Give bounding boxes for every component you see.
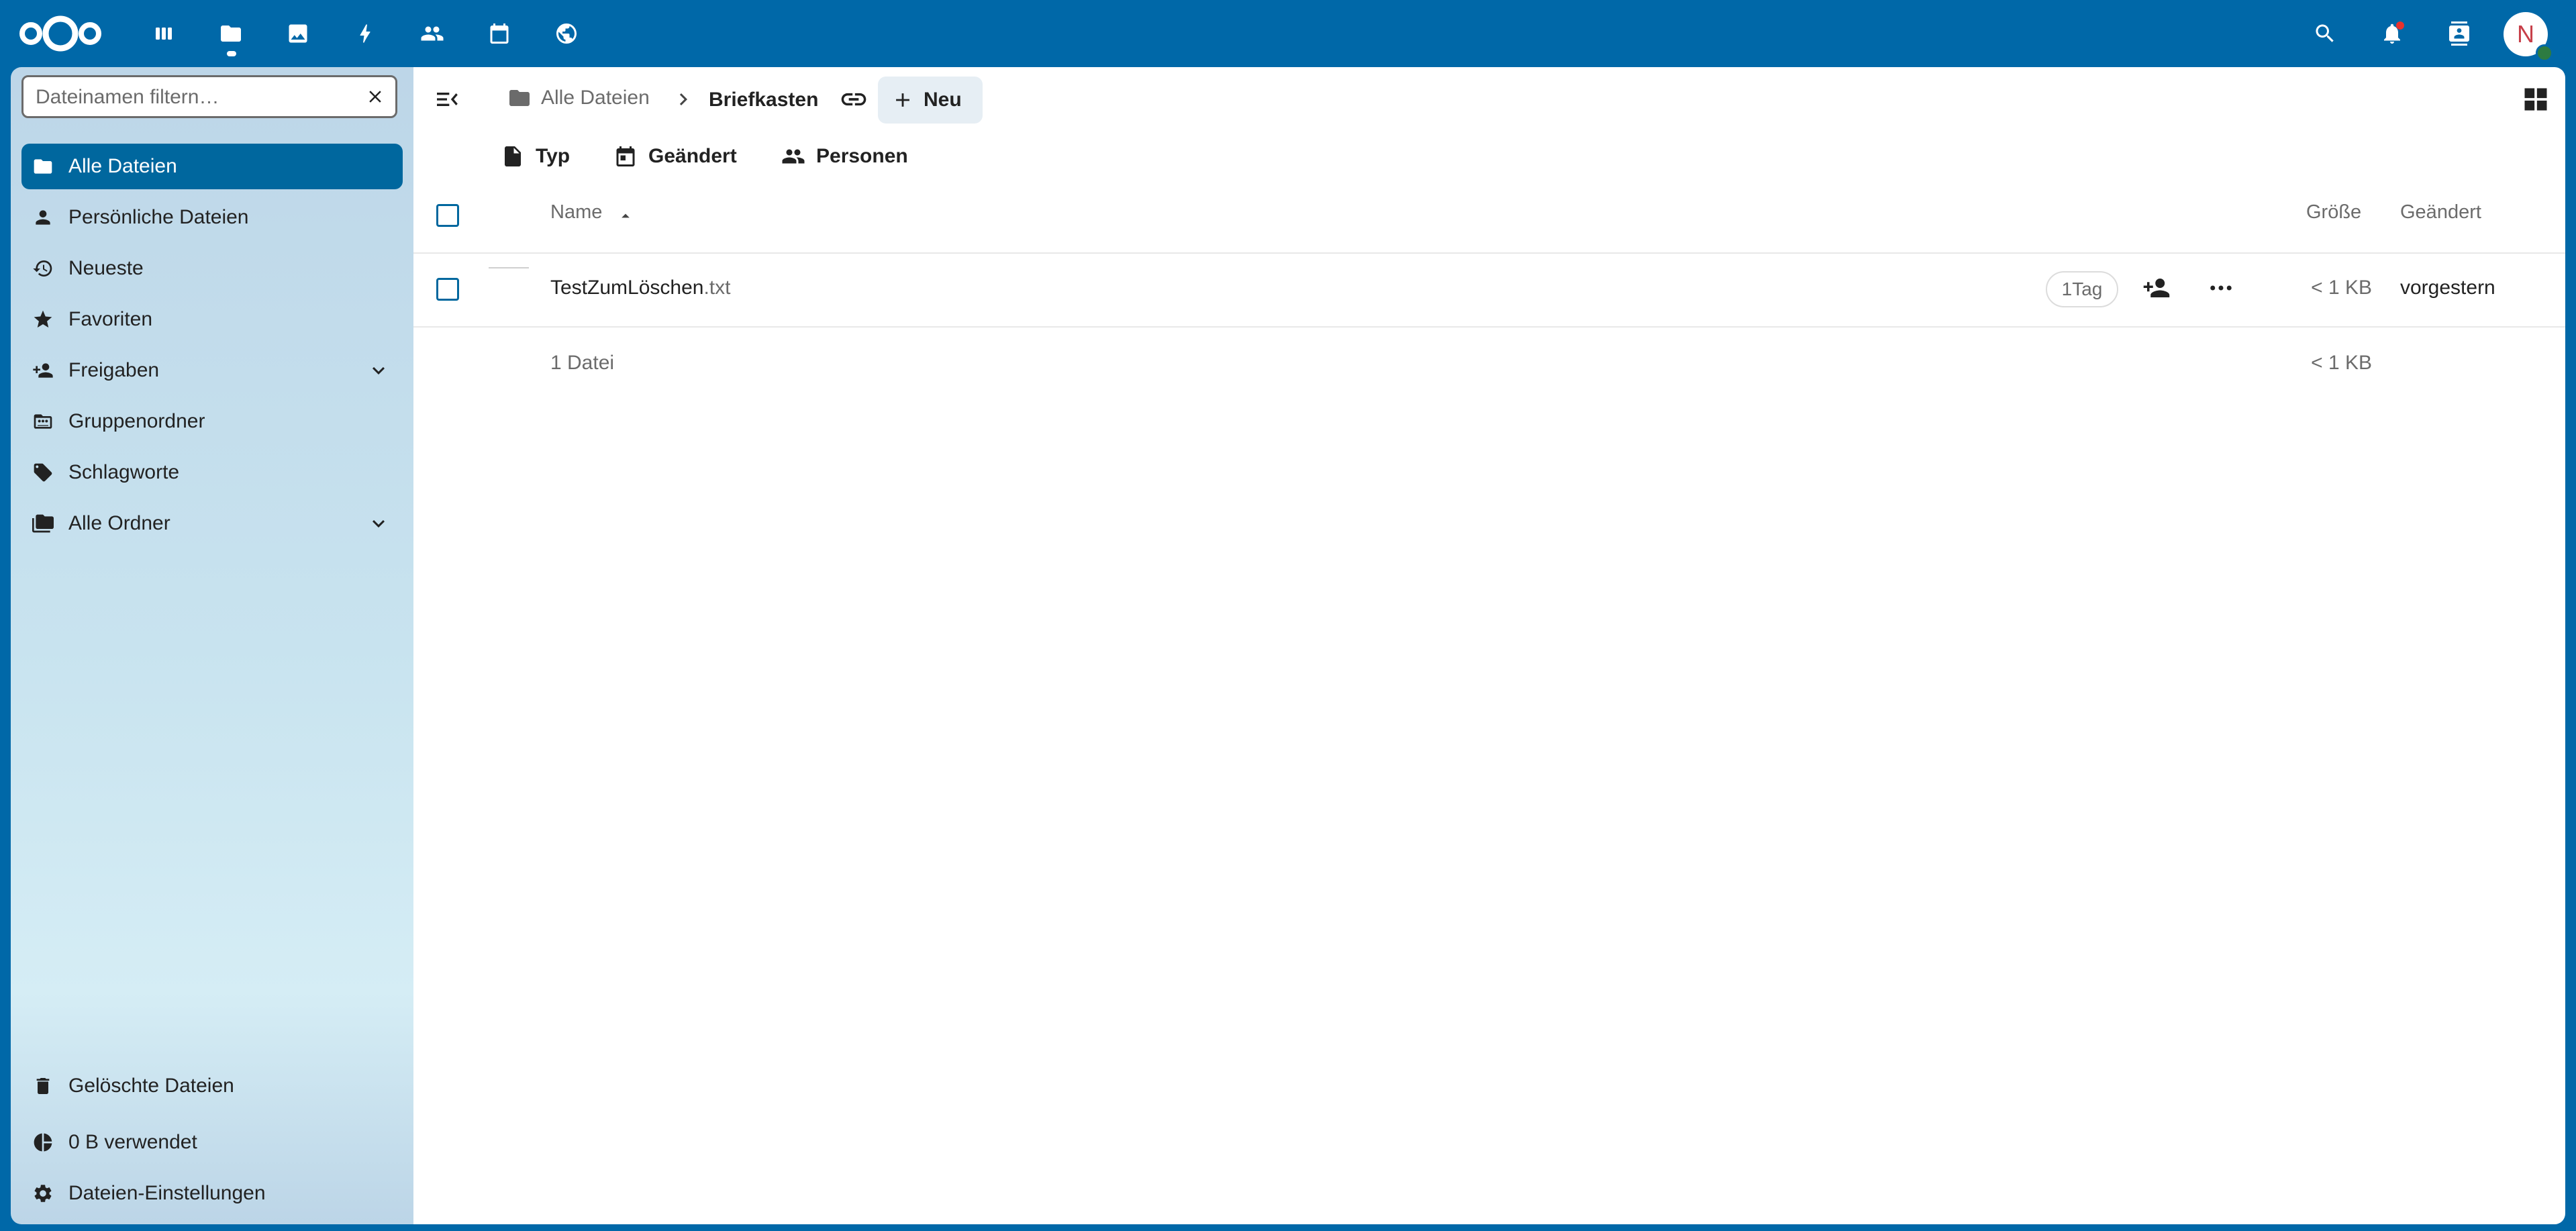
filter-people-button[interactable]: Personen — [781, 140, 908, 173]
sidebar-item-favorites[interactable]: Favoriten — [21, 297, 403, 342]
files-main-content: Alle Dateien Briefkasten Neu Typ Geänder… — [413, 67, 2565, 1224]
chevron-down-icon[interactable] — [366, 358, 391, 383]
file-size: < 1 KB — [2311, 277, 2372, 299]
tag-icon — [31, 460, 55, 485]
row-select-checkbox[interactable] — [436, 278, 459, 301]
storage-usage-label: 0 B verwendet — [68, 1131, 197, 1153]
sidebar-item-label: Alle Ordner — [68, 512, 170, 534]
file-count-summary: 1 Datei — [550, 352, 615, 374]
sidebar-item-deleted-files[interactable]: Gelöschte Dateien — [21, 1063, 403, 1109]
share-icon — [31, 358, 55, 383]
sidebar-item-label: Dateien-Einstellungen — [68, 1182, 266, 1204]
contacts-app-icon[interactable] — [413, 15, 451, 52]
star-icon — [31, 307, 55, 332]
share-icon[interactable] — [2142, 274, 2172, 303]
nextcloud-logo-icon[interactable] — [19, 12, 102, 55]
file-basename: TestZumLöschen — [550, 277, 704, 299]
avatar-initial: N — [2517, 20, 2534, 48]
gear-icon — [31, 1181, 55, 1205]
sidebar-item-label: Alle Dateien — [68, 155, 177, 177]
sidebar-item-files-settings[interactable]: Dateien-Einstellungen — [21, 1171, 403, 1216]
row-divider — [413, 326, 2565, 328]
filter-label: Typ — [536, 145, 571, 167]
new-button[interactable]: Neu — [878, 77, 983, 124]
calendar-icon — [616, 146, 635, 166]
dashboard-app-icon[interactable] — [145, 15, 183, 52]
file-name[interactable]: TestZumLöschen.txt — [550, 277, 730, 299]
select-all-checkbox[interactable] — [436, 204, 459, 227]
total-size-summary: < 1 KB — [2311, 352, 2372, 374]
chevron-right-icon — [671, 87, 695, 111]
toggle-navigation-icon[interactable] — [434, 86, 463, 115]
globe-app-icon[interactable] — [548, 15, 585, 52]
folder-icon — [509, 90, 530, 106]
group-folder-icon — [31, 409, 55, 434]
activity-app-icon[interactable] — [346, 15, 384, 52]
plus-icon — [896, 93, 909, 107]
chevron-down-icon[interactable] — [366, 511, 391, 536]
filter-label: Geändert — [648, 145, 737, 167]
sidebar-item-label: Freigaben — [68, 359, 160, 381]
notification-badge — [2396, 21, 2404, 30]
tag-badge[interactable]: 1Tag — [2046, 271, 2118, 307]
header-divider — [413, 252, 2565, 254]
photos-app-icon[interactable] — [279, 15, 317, 52]
sidebar-item-shares[interactable]: Freigaben — [21, 348, 403, 393]
column-header-modified[interactable]: Geändert — [2400, 201, 2481, 224]
user-avatar[interactable]: N — [2504, 12, 2553, 62]
filename-filter — [21, 75, 397, 118]
active-app-indicator — [227, 51, 236, 56]
sidebar-item-tags[interactable]: Schlagworte — [21, 450, 403, 495]
file-icon — [505, 146, 521, 166]
filename-filter-input[interactable] — [34, 77, 359, 117]
sidebar-item-all-folders[interactable]: Alle Ordner — [21, 501, 403, 546]
sidebar-item-personal-files[interactable]: Persönliche Dateien — [21, 195, 403, 240]
search-icon[interactable] — [2306, 15, 2344, 52]
column-header-name[interactable]: Name — [550, 201, 602, 224]
online-status-indicator — [2536, 44, 2553, 62]
clear-filter-icon[interactable] — [363, 85, 387, 109]
file-thumbnail — [489, 267, 529, 268]
sidebar-item-label: Favoriten — [68, 308, 153, 330]
sort-ascending-icon — [616, 207, 635, 226]
new-button-label: Neu — [924, 89, 962, 111]
breadcrumb-current-folder[interactable]: Briefkasten — [709, 89, 818, 111]
files-app-icon[interactable] — [212, 15, 250, 56]
pie-chart-icon — [31, 1130, 55, 1154]
calendar-app-icon[interactable] — [481, 15, 518, 52]
sidebar-item-label: Neueste — [68, 257, 144, 279]
sidebar-item-label: Gruppenordner — [68, 410, 205, 432]
sidebar-item-all-files[interactable]: Alle Dateien — [21, 144, 403, 189]
column-header-size[interactable]: Größe — [2306, 201, 2361, 224]
top-bar: N — [0, 0, 2576, 67]
sidebar-item-label: Schlagworte — [68, 461, 180, 483]
notifications-bell-icon[interactable] — [2373, 15, 2411, 52]
storage-usage[interactable]: 0 B verwendet — [21, 1120, 403, 1165]
filter-type-button[interactable]: Typ — [501, 140, 570, 173]
people-icon — [782, 149, 805, 164]
history-icon — [31, 256, 55, 281]
grid-view-icon[interactable] — [2521, 85, 2553, 117]
filter-modified-button[interactable]: Geändert — [613, 140, 737, 173]
folder-icon — [31, 154, 55, 179]
person-icon — [31, 205, 55, 230]
trash-icon — [31, 1074, 55, 1098]
sidebar-item-label: Persönliche Dateien — [68, 206, 249, 228]
file-modified: vorgestern — [2400, 277, 2495, 299]
file-extension: .txt — [703, 277, 731, 299]
sidebar-item-group-folders[interactable]: Gruppenordner — [21, 399, 403, 444]
filter-label: Personen — [816, 145, 908, 167]
files-sidebar: Alle Dateien Persönliche Dateien Neueste… — [11, 67, 413, 1224]
breadcrumb-all-files[interactable]: Alle Dateien — [507, 86, 650, 110]
sidebar-item-recent[interactable]: Neueste — [21, 246, 403, 291]
sidebar-item-label: Gelöschte Dateien — [68, 1075, 234, 1097]
share-link-icon[interactable] — [839, 85, 869, 114]
breadcrumb-home-label: Alle Dateien — [541, 87, 650, 109]
contacts-menu-icon[interactable] — [2440, 15, 2478, 52]
more-actions-icon[interactable] — [2207, 274, 2236, 303]
folders-icon — [31, 511, 55, 536]
